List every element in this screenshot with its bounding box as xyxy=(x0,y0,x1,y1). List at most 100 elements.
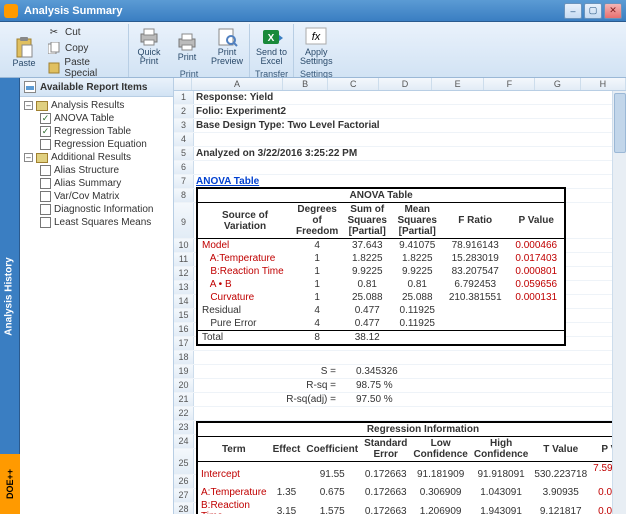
send-to-excel-button[interactable]: XSend to Excel xyxy=(252,24,291,68)
tree-item-diagnostic-info[interactable]: Diagnostic Information xyxy=(20,203,173,216)
row-5[interactable]: 5Analyzed on 3/22/2016 3:25:22 PM xyxy=(174,147,626,161)
reg-col-header: Low Confidence xyxy=(410,437,470,462)
col-B[interactable]: B xyxy=(283,78,328,90)
sheet-rows[interactable]: 1Response: Yield 2Folio: Experiment2 3Ba… xyxy=(174,91,626,514)
checkbox-checked[interactable]: ✓ xyxy=(40,126,51,137)
col-D[interactable]: D xyxy=(379,78,432,90)
apply-settings-button[interactable]: fxApply Settings xyxy=(296,24,337,68)
row-19[interactable]: 19S = 0.345326 xyxy=(174,365,626,379)
ribbon-group-transfer: XSend to Excel Transfer xyxy=(250,24,294,77)
printer-icon xyxy=(137,26,161,48)
copy-button[interactable]: Copy xyxy=(44,40,126,56)
app-icon xyxy=(4,4,18,18)
tree-item-anova-table[interactable]: ✓ANOVA Table xyxy=(20,112,173,125)
analysis-history-tab[interactable]: Analysis History xyxy=(0,78,20,514)
tree-item-least-squares-means[interactable]: Least Squares Means xyxy=(20,216,173,229)
title-bar: Analysis Summary – ▢ ✕ xyxy=(0,0,626,22)
row-22[interactable]: 22 xyxy=(174,407,626,421)
reg-col-header: Standard Error xyxy=(361,437,410,462)
minimize-button[interactable]: – xyxy=(564,3,582,19)
vertical-scrollbar[interactable] xyxy=(612,91,626,514)
row-4[interactable]: 4 xyxy=(174,133,626,147)
ribbon-group-settings: fxApply Settings Settings xyxy=(294,24,339,77)
row-col-corner[interactable] xyxy=(174,78,192,90)
row-1[interactable]: 1Response: Yield xyxy=(174,91,626,105)
tree-item-alias-structure[interactable]: Alias Structure xyxy=(20,164,173,177)
paste-special-button[interactable]: Paste Special xyxy=(44,56,126,80)
row-18[interactable]: 18 xyxy=(174,351,626,365)
scrollbar-thumb[interactable] xyxy=(614,93,626,153)
reg-row[interactable]: Intercept91.550.17266391.18190991.918091… xyxy=(198,462,626,487)
anova-row[interactable]: Total838.12 xyxy=(198,331,564,345)
report-items-pane: Available Report Items –Analysis Results… xyxy=(20,78,174,514)
anova-table-link[interactable]: ANOVA Table xyxy=(196,176,259,187)
tree-group-additional-results[interactable]: –Additional Results xyxy=(20,151,173,164)
row-3[interactable]: 3Base Design Type: Two Level Factorial xyxy=(174,119,626,133)
brand-badge: DOE++ xyxy=(0,454,20,514)
collapse-icon[interactable]: – xyxy=(24,101,33,110)
cut-button[interactable]: ✂Cut xyxy=(44,24,126,40)
paste-button[interactable]: Paste xyxy=(6,35,42,70)
stat-s-value: 0.345326 xyxy=(356,366,406,377)
col-C[interactable]: C xyxy=(328,78,379,90)
anova-row[interactable]: A:Temperature11.82251.822515.2830190.017… xyxy=(198,252,564,265)
anova-row[interactable]: Curvature125.08825.088210.3815510.000131 xyxy=(198,291,564,304)
checkbox-unchecked[interactable] xyxy=(40,165,51,176)
anova-row[interactable]: Pure Error40.4770.11925 xyxy=(198,317,564,331)
anova-row[interactable]: B:Reaction Time19.92259.922583.2075470.0… xyxy=(198,265,564,278)
column-headers: A B C D E F G H xyxy=(174,78,626,91)
paste-special-icon xyxy=(47,61,60,75)
anova-col-header: F Ratio xyxy=(442,203,508,239)
print-button[interactable]: Print xyxy=(169,29,205,64)
anova-col-header: Mean Squares [Partial] xyxy=(392,203,442,239)
ribbon-group-print: Quick Print Print Print Preview Print xyxy=(129,24,250,77)
preview-icon xyxy=(215,26,239,48)
col-H[interactable]: H xyxy=(581,78,626,90)
row-21[interactable]: 21R-sq(adj) = 97.50 % xyxy=(174,393,626,407)
anova-col-header: P Value xyxy=(508,203,564,239)
tree-item-alias-summary[interactable]: Alias Summary xyxy=(20,177,173,190)
ribbon: Paste ✂Cut Copy Paste Special Clipboard … xyxy=(0,22,626,78)
anova-row[interactable]: A • B10.810.816.7924530.059656 xyxy=(198,278,564,291)
col-G[interactable]: G xyxy=(535,78,580,90)
cut-icon: ✂ xyxy=(47,25,61,39)
reg-row[interactable]: A:Temperature1.350.6750.1726630.3069091.… xyxy=(198,486,626,499)
col-F[interactable]: F xyxy=(484,78,535,90)
reg-row[interactable]: B:Reaction Time3.151.5750.1726631.206909… xyxy=(198,499,626,514)
maximize-button[interactable]: ▢ xyxy=(584,3,602,19)
anova-row[interactable]: Model437.6439.4107578.9161430.000466 xyxy=(198,239,564,253)
print-preview-button[interactable]: Print Preview xyxy=(207,24,247,68)
regression-table: Regression Information TermEffectCoeffic… xyxy=(196,421,626,514)
excel-icon: X xyxy=(260,26,284,48)
reg-col-header: Term xyxy=(198,437,270,462)
checkbox-unchecked[interactable] xyxy=(40,191,51,202)
reg-col-header: High Confidence xyxy=(471,437,531,462)
checkbox-unchecked[interactable] xyxy=(40,217,51,228)
row-6[interactable]: 6 xyxy=(174,161,626,175)
checkbox-unchecked[interactable] xyxy=(40,204,51,215)
col-E[interactable]: E xyxy=(432,78,485,90)
stat-rsqadj-label: R-sq(adj) = xyxy=(196,394,356,405)
col-A[interactable]: A xyxy=(192,78,283,90)
tree-item-regression-table[interactable]: ✓Regression Table xyxy=(20,125,173,138)
anova-table: ANOVA Table Source of VariationDegrees o… xyxy=(196,187,566,346)
anova-row[interactable]: Residual40.4770.11925 xyxy=(198,304,564,317)
row-2[interactable]: 2Folio: Experiment2 xyxy=(174,105,626,119)
checkbox-unchecked[interactable] xyxy=(40,178,51,189)
tree-group-analysis-results[interactable]: –Analysis Results xyxy=(20,99,173,112)
tree-item-varcov-matrix[interactable]: Var/Cov Matrix xyxy=(20,190,173,203)
reg-col-header: Coefficient xyxy=(303,437,361,462)
report-icon xyxy=(24,81,36,93)
report-items-header: Available Report Items xyxy=(20,78,173,97)
quick-print-button[interactable]: Quick Print xyxy=(131,24,167,68)
ribbon-group-clipboard: Paste ✂Cut Copy Paste Special Clipboard xyxy=(4,24,129,77)
anova-col-header: Sum of Squares [Partial] xyxy=(342,203,392,239)
svg-text:X: X xyxy=(267,33,274,44)
collapse-icon[interactable]: – xyxy=(24,153,33,162)
row-20[interactable]: 20R-sq = 98.75 % xyxy=(174,379,626,393)
close-button[interactable]: ✕ xyxy=(604,3,622,19)
checkbox-checked[interactable]: ✓ xyxy=(40,113,51,124)
window-controls: – ▢ ✕ xyxy=(564,3,622,19)
tree-item-regression-equation[interactable]: Regression Equation xyxy=(20,138,173,151)
checkbox-unchecked[interactable] xyxy=(40,139,51,150)
